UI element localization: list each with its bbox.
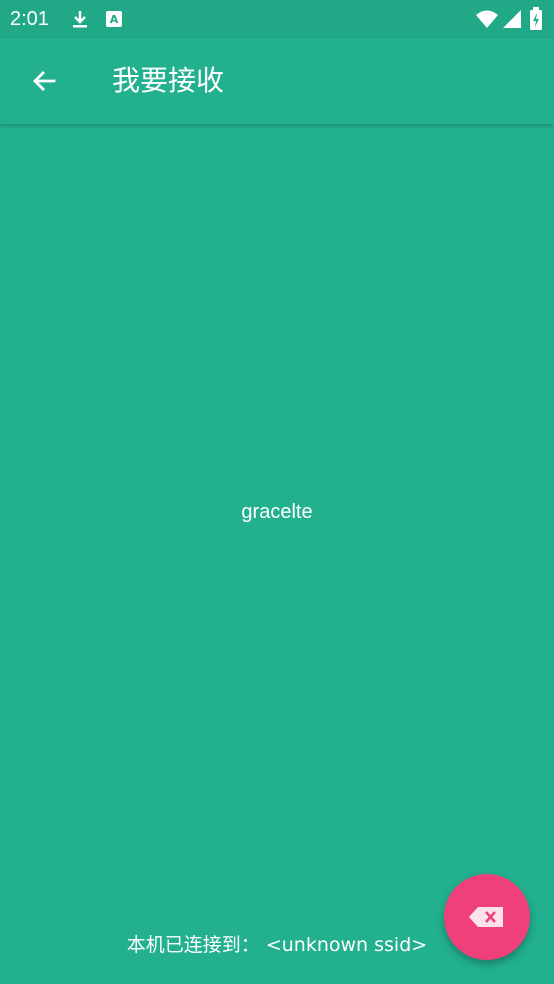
device-name[interactable]: gracelte bbox=[0, 500, 554, 524]
app-bar: 我要接收 bbox=[0, 38, 554, 124]
status-bar: 2:01 A bbox=[0, 0, 554, 38]
wifi-icon bbox=[474, 6, 500, 32]
status-time: 2:01 bbox=[10, 8, 49, 30]
arrow-left-icon bbox=[33, 71, 56, 91]
clear-button[interactable] bbox=[444, 874, 530, 960]
receive-screen: 2:01 A 我要接收 gracelte 本机已连接到： <unknown ss… bbox=[0, 0, 554, 984]
battery-charging-icon bbox=[528, 6, 544, 32]
backspace-icon bbox=[469, 907, 503, 927]
back-button[interactable] bbox=[22, 59, 66, 103]
svg-text:A: A bbox=[110, 13, 119, 26]
download-icon bbox=[69, 8, 91, 30]
signal-icon bbox=[500, 7, 524, 31]
a-notification-icon: A bbox=[103, 8, 125, 30]
page-title: 我要接收 bbox=[112, 64, 225, 97]
